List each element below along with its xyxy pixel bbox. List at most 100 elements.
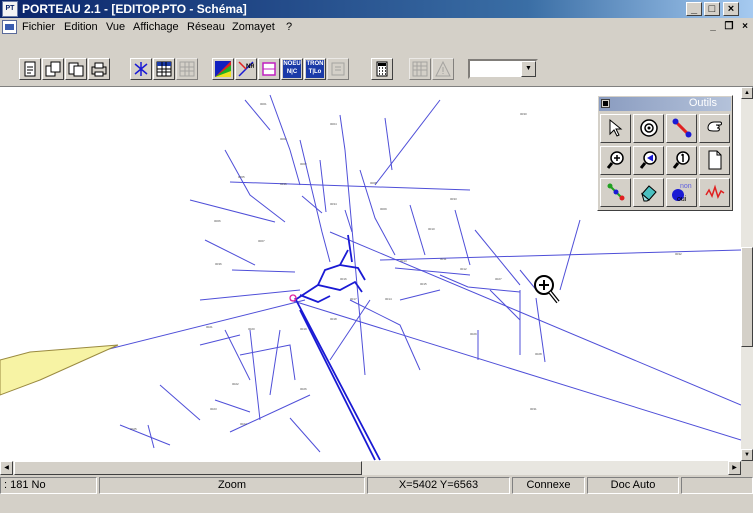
- node-link-icon: [607, 183, 625, 201]
- document-window-icon[interactable]: [2, 20, 17, 34]
- child-restore-button[interactable]: ❐: [722, 21, 736, 34]
- chevron-down-icon[interactable]: ▼: [521, 61, 536, 77]
- status-doc: Doc Auto: [587, 477, 679, 494]
- grid-table-disabled-icon: [179, 61, 195, 77]
- eraser-icon: [641, 185, 657, 202]
- zoom-in-icon: [606, 151, 624, 169]
- menu-reseau[interactable]: Réseau: [187, 21, 225, 33]
- tools-palette[interactable]: Outils non oui: [597, 95, 733, 211]
- section-label-icon: TRON T|Lo: [306, 60, 324, 78]
- tool-node-link[interactable]: [600, 178, 631, 207]
- svg-text:0019: 0019: [300, 327, 307, 331]
- menu-affichage[interactable]: Affichage: [133, 21, 179, 33]
- svg-text:0016: 0016: [340, 277, 347, 281]
- tool-zoom-out[interactable]: [633, 146, 664, 175]
- callout-bubble: [0, 344, 119, 396]
- new-doc-button[interactable]: [19, 58, 41, 80]
- porteau-app-icon[interactable]: PT: [2, 1, 18, 17]
- horizontal-scrollbar[interactable]: ◀ ▶: [0, 461, 741, 475]
- horizontal-scroll-thumb[interactable]: [14, 461, 362, 475]
- tool-select[interactable]: [600, 114, 631, 143]
- svg-text:0036: 0036: [215, 262, 222, 266]
- disabled-table-icon: [412, 61, 428, 77]
- non-label: non: [680, 183, 692, 190]
- calculator-icon: [376, 61, 388, 77]
- tool-yes-no[interactable]: non oui: [666, 178, 697, 207]
- svg-text:0029: 0029: [470, 332, 477, 336]
- node-label-button[interactable]: NOEU N|C: [281, 58, 303, 80]
- pipe-section-icon: [672, 118, 692, 138]
- scroll-down-icon[interactable]: ▼: [741, 449, 753, 461]
- tools-palette-title: Outils: [688, 97, 717, 109]
- close-button[interactable]: ×: [723, 2, 739, 16]
- node-label-top: NOEU: [283, 61, 301, 67]
- menu-help[interactable]: ?: [286, 21, 292, 33]
- status-count: : 181 No: [0, 477, 97, 494]
- zoom-cursor-icon: [534, 275, 560, 304]
- svg-text:0014: 0014: [385, 297, 392, 301]
- menu-fichier[interactable]: Fichier: [22, 21, 55, 33]
- svg-text:0008: 0008: [370, 181, 377, 185]
- node-label-icon: NOEU N|C: [283, 60, 301, 78]
- yes-no-icon: non oui: [672, 183, 692, 203]
- svg-text:0012: 0012: [460, 267, 467, 271]
- pointer-arrow-icon: [609, 118, 623, 137]
- minimize-button[interactable]: _: [686, 2, 702, 16]
- maximize-button[interactable]: □: [704, 2, 720, 16]
- child-close-button[interactable]: ×: [738, 21, 752, 34]
- disabled-table-button[interactable]: [409, 58, 431, 80]
- svg-text:0020: 0020: [248, 327, 255, 331]
- tool-hand[interactable]: [699, 114, 730, 143]
- svg-text:0003: 0003: [300, 162, 307, 166]
- calculator-button[interactable]: [371, 58, 393, 80]
- tool-new-page[interactable]: [699, 146, 730, 175]
- network-view-button[interactable]: [130, 58, 152, 80]
- print-button[interactable]: [88, 58, 110, 80]
- grid-table-icon: [156, 61, 172, 77]
- vertical-scrollbar[interactable]: ▲ ▼: [741, 87, 753, 461]
- svg-text:0009: 0009: [380, 207, 387, 211]
- grid-table-disabled-button[interactable]: [176, 58, 198, 80]
- menu-edition[interactable]: Edition: [64, 21, 98, 33]
- tool-zoom-in[interactable]: [600, 146, 631, 175]
- section-label-button[interactable]: TRON T|Lo: [304, 58, 326, 80]
- save-icon: [68, 62, 84, 77]
- new-page-icon: [708, 150, 722, 170]
- child-minimize-button[interactable]: _: [706, 21, 720, 34]
- tool-target[interactable]: [633, 114, 664, 143]
- svg-text:0018: 0018: [330, 317, 337, 321]
- nr-label: NR: [246, 64, 254, 70]
- copy-button[interactable]: [65, 58, 87, 80]
- svg-text:0006: 0006: [214, 219, 221, 223]
- svg-text:0031: 0031: [530, 407, 537, 411]
- tool-pipe-section[interactable]: [666, 114, 697, 143]
- svg-text:0028: 0028: [535, 352, 542, 356]
- tools-palette-titlebar[interactable]: Outils: [599, 97, 731, 111]
- tool-chart[interactable]: [699, 178, 730, 207]
- color-palette-button[interactable]: [212, 58, 234, 80]
- svg-text:0004: 0004: [330, 122, 337, 126]
- section-label-bottom: T|Lo: [308, 69, 322, 75]
- scroll-up-icon[interactable]: ▲: [741, 87, 753, 99]
- palette-close-button[interactable]: [601, 99, 610, 108]
- section-disabled-button[interactable]: [327, 58, 349, 80]
- title-bar[interactable]: PT PORTEAU 2.1 - [EDITOP.PTO - Schéma] _…: [0, 0, 753, 18]
- status-coordinates: X=5402 Y=6563: [367, 477, 510, 494]
- application-window: PT PORTEAU 2.1 - [EDITOP.PTO - Schéma] _…: [0, 0, 753, 513]
- menu-vue[interactable]: Vue: [106, 21, 125, 33]
- toolbar-select[interactable]: ▼: [468, 59, 538, 79]
- grid-table-button[interactable]: [153, 58, 175, 80]
- scroll-left-icon[interactable]: ◀: [0, 461, 13, 475]
- menu-zomayet[interactable]: Zomayet: [232, 21, 275, 33]
- svg-text:0021: 0021: [206, 325, 213, 329]
- svg-text:0025: 0025: [130, 427, 137, 431]
- open-button[interactable]: [42, 58, 64, 80]
- svg-text:0002: 0002: [280, 137, 287, 141]
- tool-zoom-all[interactable]: [666, 146, 697, 175]
- node-edit-button[interactable]: [258, 58, 280, 80]
- nr-button[interactable]: NR: [235, 58, 257, 80]
- vertical-scroll-thumb[interactable]: [741, 247, 753, 347]
- tool-eraser[interactable]: [633, 178, 664, 207]
- warning-button[interactable]: [432, 58, 454, 80]
- scroll-right-icon[interactable]: ▶: [728, 461, 741, 475]
